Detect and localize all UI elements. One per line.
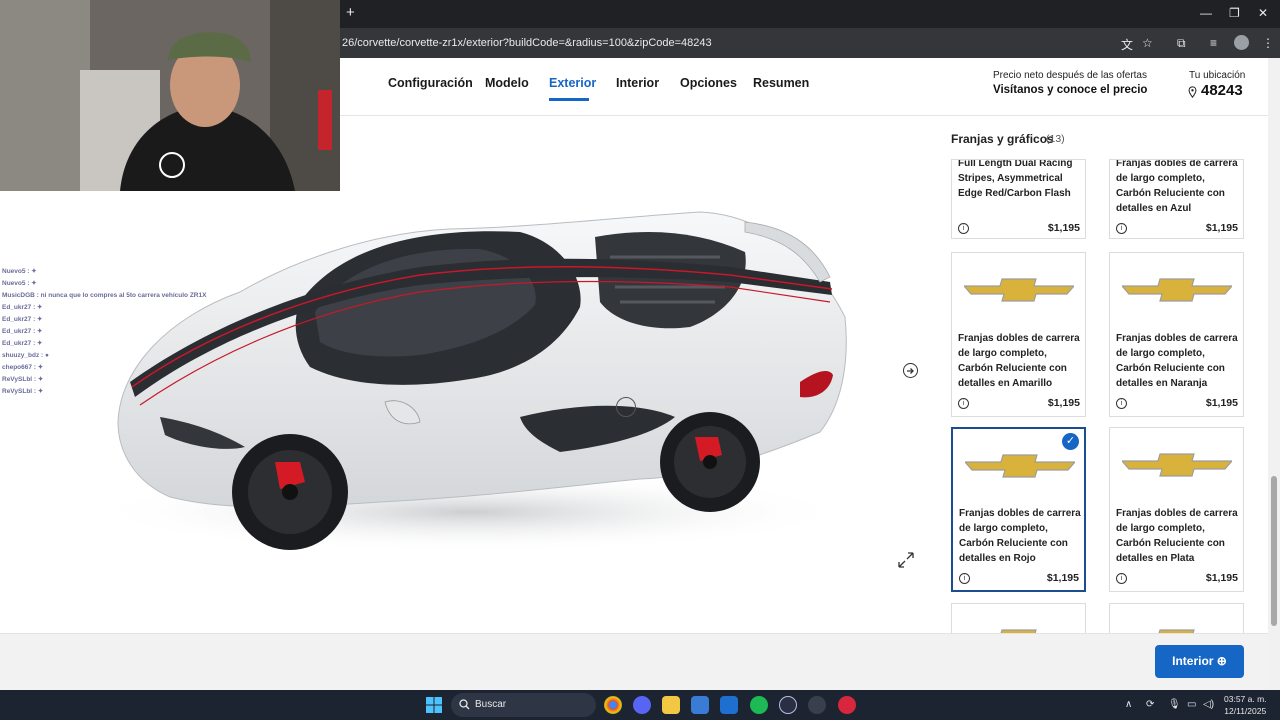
stripe-option-card[interactable]: Franjas dobles de carrera de largo compl… bbox=[951, 252, 1086, 417]
hotspot-marker[interactable] bbox=[616, 397, 636, 417]
chevrolet-bowtie-logo bbox=[964, 278, 1074, 302]
translate-icon[interactable]: 文 bbox=[1121, 36, 1133, 53]
stream-chat: Nuevo5 : ✦ Nuevo5 : ✦ MusicDGB : ni nunc… bbox=[2, 266, 207, 398]
price-label: Precio neto después de las ofertas bbox=[993, 70, 1147, 81]
stripe-option-card[interactable]: Full Length Dual Racing Stripes, Asymmet… bbox=[951, 159, 1086, 239]
option-description: Franjas dobles de carrera de largo compl… bbox=[958, 333, 1080, 389]
option-description: Franjas dobles de carrera de largo compl… bbox=[1116, 159, 1238, 214]
minimize-icon[interactable]: — bbox=[1200, 6, 1212, 20]
chat-message: ReVySLbl : ✦ bbox=[2, 388, 44, 395]
chevrolet-bowtie-logo bbox=[1122, 278, 1232, 302]
chat-message: Nuevo5 : ✦ bbox=[2, 268, 37, 275]
option-price: $1,195 bbox=[1205, 397, 1238, 409]
panel-count: (13) bbox=[1046, 133, 1065, 145]
info-icon[interactable]: i bbox=[958, 223, 969, 234]
tray-sync-icon[interactable]: ⟳ bbox=[1146, 699, 1154, 710]
page-scrollbar[interactable] bbox=[1268, 58, 1280, 690]
system-clock[interactable]: 03:57 a. m. 12/11/2025 bbox=[1224, 693, 1267, 717]
windows-taskbar: Buscar ∧ ⟳ 🎙 ▭ ◁) 03:57 a. m. 12/11/2025 bbox=[0, 690, 1280, 720]
microphone-icon[interactable]: 🎙 bbox=[1168, 699, 1181, 710]
app-red-icon[interactable] bbox=[838, 696, 856, 714]
chat-message: Ed_ukr27 : ✦ bbox=[2, 316, 43, 323]
chat-message: chepo667 : ✦ bbox=[2, 364, 44, 371]
app-icon[interactable] bbox=[779, 696, 797, 714]
location-zip[interactable]: 48243 bbox=[1201, 82, 1243, 99]
webcam-overlay bbox=[0, 0, 340, 191]
active-tab-indicator bbox=[549, 98, 589, 101]
nav-opciones[interactable]: Opciones bbox=[680, 76, 737, 90]
chevrolet-bowtie-logo bbox=[1122, 453, 1232, 477]
scrollbar-thumb[interactable] bbox=[1271, 476, 1277, 626]
chat-message: shuuzy_bdz : ● bbox=[2, 352, 49, 359]
stripe-option-card-selected[interactable]: ✓ Franjas dobles de carrera de largo com… bbox=[951, 427, 1086, 592]
browser-menu-icon[interactable]: ⋮ bbox=[1262, 36, 1274, 50]
windows-start-icon[interactable] bbox=[425, 696, 443, 714]
search-icon bbox=[459, 699, 470, 710]
option-price: $1,195 bbox=[1046, 572, 1079, 584]
extensions-icon[interactable]: ⧉ bbox=[1177, 36, 1186, 51]
option-description: Franjas dobles de carrera de largo compl… bbox=[959, 508, 1081, 564]
restore-icon[interactable]: ❐ bbox=[1229, 6, 1240, 20]
chrome-icon[interactable] bbox=[604, 696, 622, 714]
stripes-panel: Franjas y gráficos (13) Full Length Dual… bbox=[935, 117, 1268, 633]
close-icon[interactable]: ✕ bbox=[1258, 6, 1268, 20]
info-icon[interactable]: i bbox=[1116, 398, 1127, 409]
tray-chevron-icon[interactable]: ∧ bbox=[1125, 699, 1132, 710]
nav-resumen[interactable]: Resumen bbox=[753, 76, 809, 90]
option-price: $1,195 bbox=[1047, 222, 1080, 234]
info-icon[interactable]: i bbox=[958, 398, 969, 409]
network-icon[interactable]: ▭ bbox=[1187, 699, 1196, 710]
spotify-icon[interactable] bbox=[750, 696, 768, 714]
profile-avatar[interactable] bbox=[1234, 35, 1249, 50]
option-description: Full Length Dual Racing Stripes, Asymmet… bbox=[958, 159, 1073, 199]
chat-message: ReVySLbl : ✦ bbox=[2, 376, 44, 383]
url-field[interactable]: 26/corvette/corvette-zr1x/exterior?build… bbox=[342, 37, 712, 49]
chevrolet-bowtie-logo bbox=[965, 454, 1075, 478]
nav-exterior[interactable]: Exterior bbox=[549, 76, 596, 90]
store-icon[interactable] bbox=[691, 696, 709, 714]
chat-message: Ed_ukr27 : ✦ bbox=[2, 328, 43, 335]
chat-message: Ed_ukr27 : ✦ bbox=[2, 340, 43, 347]
nav-configuracion[interactable]: Configuración bbox=[388, 76, 473, 90]
price-cta-link[interactable]: Visítanos y conoce el precio bbox=[993, 84, 1147, 96]
stripe-option-card[interactable]: Franjas dobles de carrera de largo compl… bbox=[1109, 159, 1244, 239]
stripe-option-card[interactable] bbox=[951, 603, 1086, 633]
new-tab-button[interactable]: + bbox=[346, 5, 355, 21]
next-view-arrow-icon[interactable] bbox=[903, 363, 918, 378]
fullscreen-expand-icon[interactable] bbox=[897, 551, 915, 569]
obs-icon[interactable] bbox=[808, 696, 826, 714]
location-pin-icon bbox=[1188, 86, 1197, 98]
clock-date: 12/11/2025 bbox=[1224, 706, 1267, 716]
bottom-action-bar: Interior ⊕ bbox=[0, 633, 1268, 690]
chat-message: MusicDGB : ni nunca que lo compres al 5t… bbox=[2, 292, 207, 299]
option-price: $1,195 bbox=[1047, 397, 1080, 409]
file-explorer-icon[interactable] bbox=[662, 696, 680, 714]
stripe-option-card[interactable]: Franjas dobles de carrera de largo compl… bbox=[1109, 427, 1244, 592]
volume-icon[interactable]: ◁) bbox=[1203, 699, 1214, 710]
chat-message: Nuevo5 : ✦ bbox=[2, 280, 37, 287]
option-description: Franjas dobles de carrera de largo compl… bbox=[1116, 508, 1238, 564]
stripe-option-card[interactable]: Franjas dobles de carrera de largo compl… bbox=[1109, 252, 1244, 417]
nav-interior[interactable]: Interior bbox=[616, 76, 659, 90]
chat-message: Ed_ukr27 : ✦ bbox=[2, 304, 43, 311]
option-price: $1,195 bbox=[1205, 572, 1238, 584]
location-label: Tu ubicación bbox=[1189, 70, 1246, 81]
stripe-option-card[interactable] bbox=[1109, 603, 1244, 633]
reading-list-icon[interactable]: ≡ bbox=[1210, 36, 1217, 50]
info-icon[interactable]: i bbox=[1116, 573, 1127, 584]
taskbar-search[interactable]: Buscar bbox=[451, 693, 596, 717]
mail-icon[interactable] bbox=[720, 696, 738, 714]
panel-title: Franjas y gráficos bbox=[951, 132, 1054, 146]
search-placeholder: Buscar bbox=[475, 699, 507, 710]
info-icon[interactable]: i bbox=[959, 573, 970, 584]
option-description: Franjas dobles de carrera de largo compl… bbox=[1116, 333, 1238, 389]
discord-icon[interactable] bbox=[633, 696, 651, 714]
info-icon[interactable]: i bbox=[1116, 223, 1127, 234]
selected-check-icon: ✓ bbox=[1062, 433, 1079, 450]
option-price: $1,195 bbox=[1205, 222, 1238, 234]
bookmark-star-icon[interactable]: ☆ bbox=[1142, 36, 1153, 50]
nav-modelo[interactable]: Modelo bbox=[485, 76, 529, 90]
next-interior-button[interactable]: Interior ⊕ bbox=[1155, 645, 1244, 678]
clock-time: 03:57 a. m. bbox=[1224, 694, 1267, 704]
